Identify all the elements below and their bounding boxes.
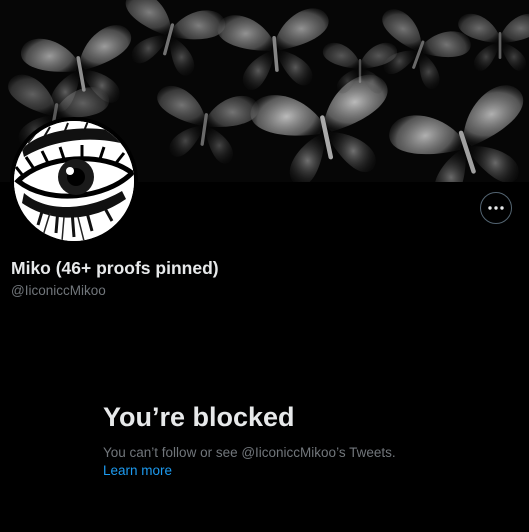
- more-horizontal-icon: [488, 206, 504, 210]
- more-options-button[interactable]: [480, 192, 512, 224]
- profile-handle: @IiconiccMikoo: [11, 283, 106, 298]
- profile-avatar[interactable]: [10, 117, 138, 245]
- blocked-title: You’re blocked: [103, 402, 295, 432]
- avatar-eye-image: [14, 121, 134, 241]
- blocked-message: You can’t follow or see @IiconiccMikoo’s…: [103, 445, 396, 460]
- learn-more-link[interactable]: Learn more: [103, 463, 172, 478]
- profile-display-name: Miko (46+ proofs pinned): [11, 258, 219, 278]
